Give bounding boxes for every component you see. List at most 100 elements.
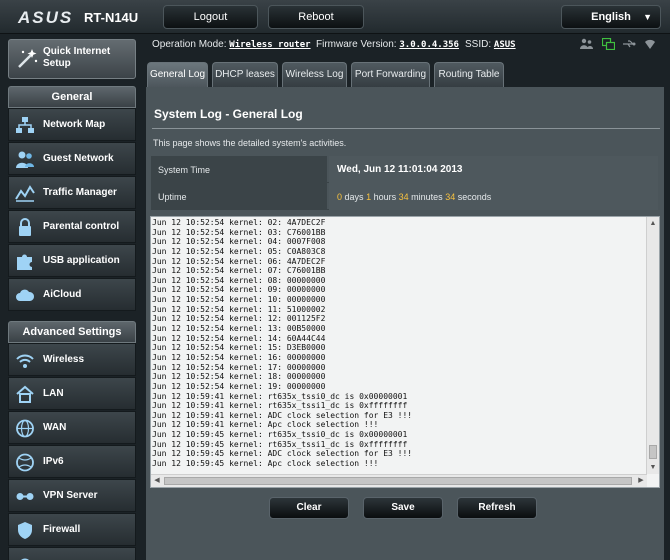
uptime-minutes-unit: minutes [411,192,443,202]
lock-icon [19,218,31,236]
sidebar-item-traffic-manager[interactable]: Traffic Manager [8,176,136,209]
uptime-days: 0 [337,192,343,202]
operation-mode-label: Operation Mode: [152,39,227,50]
log-line: Jun 12 10:52:54 kernel: 08: 00000000 [152,275,326,285]
admin-icon [21,558,29,560]
cloud-icon [16,289,35,301]
log-line: Jun 12 10:52:54 kernel: 06: 4A7DEC2F [152,256,326,266]
reboot-button[interactable]: Reboot [268,5,364,29]
log-line: Jun 12 10:52:54 kernel: 13: 00B50000 [152,324,326,334]
logout-button[interactable]: Logout [163,5,258,29]
horizontal-scroll-thumb[interactable] [164,477,632,485]
scroll-up-icon[interactable]: ▲ [647,217,659,230]
guest-network-icon [16,151,34,168]
log-line: Jun 12 10:52:54 kernel: 09: 00000000 [152,285,326,295]
sidebar-item-vpn-server[interactable]: VPN Server [8,479,136,512]
log-vertical-scrollbar[interactable]: ▲ ▼ [646,217,659,474]
magic-wand-icon [18,49,38,68]
uptime-value: 0 days 1 hours 34 minutes 34 seconds [329,183,658,210]
tab-general-log[interactable]: General Log [147,62,208,87]
wifi-status-icon[interactable] [644,38,656,50]
clear-button[interactable]: Clear [269,497,349,519]
vertical-scroll-thumb[interactable] [649,445,657,459]
log-line: Jun 12 10:59:45 kernel: ADC clock select… [152,449,413,459]
sidebar-item-label: AiCloud [43,289,82,300]
log-line: Jun 12 10:52:54 kernel: 16: 00000000 [152,352,326,362]
uptime-row: Uptime 0 days 1 hours 34 minutes 34 seco… [151,183,658,210]
ssid-label: SSID: [465,39,492,50]
network-status-icon[interactable] [602,38,615,50]
scroll-right-icon[interactable]: ▶ [635,475,647,487]
log-line: Jun 12 10:59:41 kernel: Apc clock select… [152,420,379,430]
system-time-value: Wed, Jun 12 11:01:04 2013 [329,156,658,183]
system-info-table: System Time Wed, Jun 12 11:01:04 2013 Up… [151,156,658,210]
system-time-label: System Time [151,156,327,183]
sidebar-item-label: USB application [43,255,120,266]
log-content: Jun 12 10:52:54 kernel: 02: 4A7DEC2F Jun … [152,218,646,471]
language-select[interactable]: English ▼ [561,5,661,29]
home-icon [16,385,34,403]
tab-dhcp-leases[interactable]: DHCP leases [212,62,278,87]
sidebar-item-ipv6[interactable]: IPv6 [8,445,136,478]
sidebar-item-label: WAN [43,422,67,433]
ssid-info: SSID: ASUS [465,39,516,50]
system-log-textarea[interactable]: Jun 12 10:52:54 kernel: 02: 4A7DEC2F Jun … [150,216,660,488]
save-button[interactable]: Save [363,497,443,519]
scroll-left-icon[interactable]: ◀ [151,475,163,487]
log-line: Jun 12 10:52:54 kernel: 17: 00000000 [152,362,326,372]
log-line: Jun 12 10:52:54 kernel: 19: 00000000 [152,381,326,391]
usb-status-icon[interactable] [622,39,636,49]
log-horizontal-scrollbar[interactable]: ◀ ▶ [151,474,647,487]
operation-mode-link[interactable]: Wireless router [229,40,310,50]
sidebar-item-lan[interactable]: LAN [8,377,136,410]
quick-internet-setup-label: Quick Internet Setup [43,46,111,69]
log-line: Jun 12 10:52:54 kernel: 10: 00000000 [152,295,326,305]
sidebar-item-parental-control[interactable]: Parental control [8,210,136,243]
sidebar-item-label: Network Map [43,119,106,130]
general-section-header: General [8,86,136,108]
router-model: RT-N14U [84,10,139,25]
uptime-hours-unit: hours [373,192,397,202]
log-line: Jun 12 10:59:41 kernel: rt635x_tssi0_dc … [152,391,408,401]
page-title: System Log - General Log [154,107,303,121]
sidebar-item-guest-network[interactable]: Guest Network [8,142,136,175]
uptime-seconds: 34 [445,192,456,202]
wireless-icon [16,354,34,368]
firmware-label: Firmware Version: [316,39,397,50]
tab-port-forwarding[interactable]: Port Forwarding [351,62,430,87]
sidebar-item-label: Parental control [43,221,120,232]
shield-icon [18,522,32,539]
tab-wireless-log[interactable]: Wireless Log [282,62,347,87]
sidebar-item-wireless[interactable]: Wireless [8,343,136,376]
sidebar-item-label: LAN [43,388,64,399]
uptime-label: Uptime [151,183,327,210]
clients-status-icon[interactable] [580,38,593,50]
log-line: Jun 12 10:59:41 kernel: ADC clock select… [152,410,413,420]
refresh-button[interactable]: Refresh [457,497,537,519]
chevron-down-icon: ▼ [643,12,652,22]
sidebar-item-partial[interactable] [8,547,136,560]
title-divider [152,128,660,129]
ipv6-globe-icon [16,453,34,472]
sidebar-item-label: IPv6 [43,456,64,467]
language-value: English [591,11,631,23]
operation-mode-info: Operation Mode: Wireless router [152,39,311,50]
puzzle-icon [17,254,32,270]
sidebar-item-wan[interactable]: WAN [8,411,136,444]
sidebar-item-firewall[interactable]: Firewall [8,513,136,546]
uptime-hours: 1 [366,192,372,202]
sidebar-item-usb-application[interactable]: USB application [8,244,136,277]
globe-icon [16,419,34,438]
quick-internet-setup-button[interactable]: Quick Internet Setup [8,39,136,79]
main-panel: System Log - General Log This page shows… [146,87,664,560]
firmware-link[interactable]: 3.0.0.4.356 [399,40,459,50]
sidebar-item-label: Firewall [43,524,81,535]
log-line: Jun 12 10:59:45 kernel: rt635x_tssi0_dc … [152,430,408,440]
sidebar-item-network-map[interactable]: Network Map [8,108,136,141]
scroll-down-icon[interactable]: ▼ [647,461,659,474]
sidebar-item-aicloud[interactable]: AiCloud [8,278,136,311]
log-line: Jun 12 10:52:54 kernel: 05: C0A803C8 [152,246,326,256]
tab-routing-table[interactable]: Routing Table [434,62,504,87]
uptime-seconds-unit: seconds [457,192,492,202]
ssid-link[interactable]: ASUS [494,40,516,50]
